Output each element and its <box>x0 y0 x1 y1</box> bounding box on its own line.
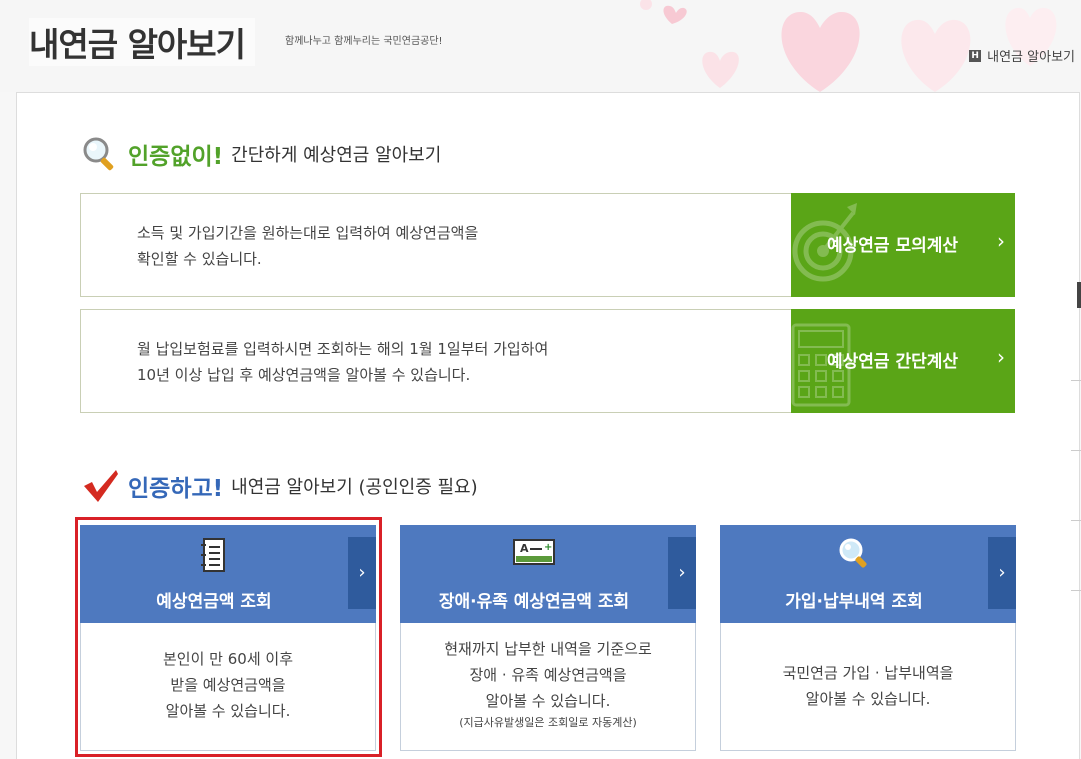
card-line: 알아볼 수 있습니다. <box>485 692 611 710</box>
page-subtitle: 함께나누고 함께누리는 국민연금공단! <box>285 36 443 47</box>
enrollment-payment-card-header[interactable]: 가입·납부내역 조회 › <box>720 525 1016 623</box>
simple-calc-button[interactable]: 예상연금 간단계산 › <box>791 309 1015 413</box>
enrollment-payment-card[interactable]: 가입·납부내역 조회 › 국민연금 가입 · 납부내역을 알아볼 수 있습니다. <box>720 525 1016 751</box>
simple-calc-button-label[interactable]: 예상연금 간단계산 <box>827 347 958 372</box>
chevron-right-icon[interactable]: › <box>668 537 696 609</box>
card-line: 현재까지 납부한 내역을 기준으로 <box>444 640 652 658</box>
selection-highlight <box>75 517 382 757</box>
breadcrumb-current[interactable]: 내연금 알아보기 <box>987 46 1075 65</box>
disability-survivor-card[interactable]: A + 장애·유족 예상연금액 조회 › 현재까지 납부한 내역을 기준으로 장… <box>400 525 696 751</box>
side-scroll-tab[interactable] <box>1077 282 1081 308</box>
enrollment-payment-card-title[interactable]: 가입·납부내역 조회 <box>720 587 988 612</box>
heart-decoration-icon <box>781 11 860 92</box>
breadcrumb[interactable]: H 내연금 알아보기 <box>969 46 1075 65</box>
mock-calc-row: 소득 및 가입기간을 원하는대로 입력하여 예상연금액을 확인할 수 있습니다.… <box>80 193 1015 297</box>
section-auth-strong: 인증하고! <box>128 476 224 502</box>
section-no-auth-heading: 인증없이! 간단하게 예상연금 알아보기 <box>80 134 441 174</box>
disability-survivor-card-title[interactable]: 장애·유족 예상연금액 조회 <box>400 587 668 612</box>
section-no-auth-strong: 인증없이! <box>128 144 224 170</box>
home-icon[interactable]: H <box>969 49 982 62</box>
section-no-auth-rest: 간단하게 예상연금 알아보기 <box>231 145 442 166</box>
id-card-icon: A + <box>513 539 555 565</box>
heart-decoration-icon <box>702 51 739 88</box>
page-title: 내연금 알아보기 <box>29 18 256 66</box>
simple-calc-row: 월 납입보험료를 입력하시면 조회하는 해의 1월 1일부터 가입하여 10년 … <box>80 309 1015 413</box>
enrollment-payment-card-body: 국민연금 가입 · 납부내역을 알아볼 수 있습니다. <box>721 660 1015 712</box>
divider <box>1071 590 1081 591</box>
simple-calc-description: 월 납입보험료를 입력하시면 조회하는 해의 1월 1일부터 가입하여 10년 … <box>137 340 549 384</box>
mock-calc-button[interactable]: 예상연금 모의계산 › <box>791 193 1015 297</box>
card-line: 알아볼 수 있습니다. <box>805 690 931 708</box>
card-line: 국민연금 가입 · 납부내역을 <box>782 664 954 682</box>
disability-survivor-card-body: 현재까지 납부한 내역을 기준으로 장애 · 유족 예상연금액을 알아볼 수 있… <box>401 636 695 732</box>
heart-decoration-icon <box>640 0 687 24</box>
divider <box>1071 520 1081 521</box>
search-icon <box>839 538 867 568</box>
disability-survivor-card-header[interactable]: A + 장애·유족 예상연금액 조회 › <box>400 525 696 623</box>
svg-text:A: A <box>520 542 529 555</box>
mock-calc-description: 소득 및 가입기간을 원하는대로 입력하여 예상연금액을 확인할 수 있습니다. <box>137 224 479 268</box>
chevron-right-icon[interactable]: › <box>988 537 1016 609</box>
section-auth-heading: 인증하고! 내연금 알아보기 (공인인증 필요) <box>80 466 478 506</box>
magnifier-icon <box>83 137 114 171</box>
card-line: 장애 · 유족 예상연금액을 <box>469 666 627 684</box>
divider <box>1071 450 1081 451</box>
svg-text:+: + <box>544 542 552 553</box>
card-note: (지급사유발생일은 조회일로 자동계산) <box>459 716 637 729</box>
divider <box>1071 380 1081 381</box>
chevron-right-icon: › <box>997 345 1005 369</box>
chevron-right-icon: › <box>997 229 1005 253</box>
checkmark-icon <box>84 470 118 502</box>
mock-calc-button-label[interactable]: 예상연금 모의계산 <box>827 231 958 256</box>
section-auth-rest: 내연금 알아보기 (공인인증 필요) <box>231 477 478 498</box>
